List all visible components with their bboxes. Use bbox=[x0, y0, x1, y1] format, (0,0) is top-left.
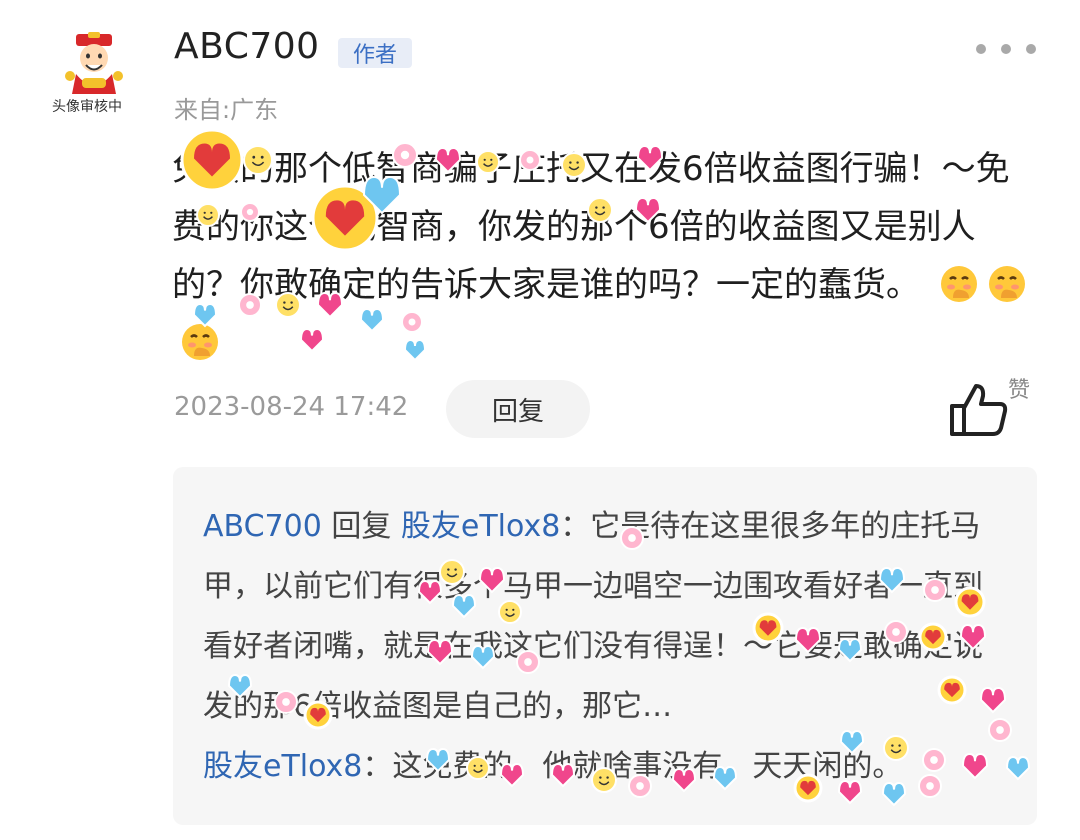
nested-reply-separator: ： bbox=[362, 749, 393, 784]
nested-reply-author-link[interactable]: 股友eTlox8 bbox=[203, 749, 362, 784]
author-badge: 作者 bbox=[338, 38, 412, 68]
hand-over-mouth-emoji-icon bbox=[940, 266, 977, 302]
reply-button[interactable]: 回复 bbox=[446, 380, 590, 438]
hand-over-mouth-emoji-icon bbox=[182, 324, 218, 360]
thumbs-up-icon[interactable] bbox=[948, 382, 1010, 438]
reply-thread: ABC700 回复 股友eTlox8：它是待在这里很多年的庄托马甲，以前它们有很… bbox=[203, 497, 1003, 797]
reply-author-link[interactable]: ABC700 bbox=[203, 509, 322, 544]
like-label: 赞 bbox=[1008, 378, 1031, 403]
username[interactable]: ABC700 bbox=[174, 26, 320, 67]
reply-card[interactable]: ABC700 回复 股友eTlox8：它是待在这里很多年的庄托马甲，以前它们有很… bbox=[173, 467, 1037, 825]
comment-body: 免费的那个低智商骗子庄托又在发6倍收益图行骗！～免费的你这个低智商，你发的那个6… bbox=[172, 140, 1032, 372]
reply-separator: ： bbox=[560, 509, 591, 544]
avatar-caption: 头像审核中 bbox=[52, 99, 122, 115]
comment-text: 免费的那个低智商骗子庄托又在发6倍收益图行骗！～免费的你这个低智商，你发的那个6… bbox=[172, 149, 1010, 305]
avatar[interactable] bbox=[56, 28, 132, 104]
fortune-god-avatar-icon bbox=[65, 32, 123, 94]
location-label: 来自:广东 bbox=[174, 96, 279, 124]
reply-target-link[interactable]: 股友eTlox8 bbox=[401, 509, 560, 544]
reply-verb: 回复 bbox=[331, 509, 392, 544]
more-options-button[interactable] bbox=[976, 36, 1036, 62]
comment-timestamp: 2023-08-24 17:42 bbox=[174, 392, 409, 422]
hand-over-mouth-emoji-icon bbox=[988, 266, 1025, 302]
dot-icon bbox=[1026, 44, 1036, 54]
dot-icon bbox=[1001, 44, 1011, 54]
dot-icon bbox=[976, 44, 986, 54]
nested-reply-text: 这免费的，他就啥事没有，天天闲的。 bbox=[392, 749, 903, 784]
